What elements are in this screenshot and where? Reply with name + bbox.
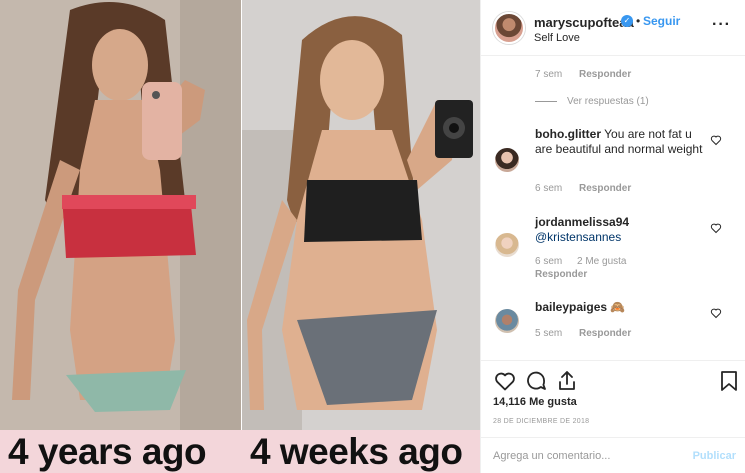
post-location[interactable]: Self Love (534, 32, 580, 44)
comment-like-heart-icon[interactable] (710, 222, 722, 234)
commenter-username[interactable]: jordanmelissa94 (535, 215, 629, 229)
comment-time: 6 sem (535, 183, 563, 194)
publish-button[interactable]: Publicar (693, 450, 736, 462)
comment-body: boho.glitter You are not fat u are beaut… (535, 127, 705, 157)
caption-after: 4 weeks ago (250, 431, 463, 472)
comment-icon[interactable] (524, 369, 548, 393)
comment-time: 7 sem (535, 69, 563, 80)
comment-meta: 5 sem Responder (535, 328, 631, 339)
replies-line (535, 100, 557, 102)
commenter-username[interactable]: boho.glitter (535, 127, 601, 141)
comment-emoji: 🙈 (610, 300, 626, 314)
author-username[interactable]: maryscupofteaa (534, 15, 634, 30)
comment-like-count[interactable]: 2 Me gusta (577, 256, 626, 267)
post-date[interactable]: 28 DE DICIEMBRE DE 2018 (493, 418, 589, 425)
share-icon[interactable] (555, 369, 579, 393)
ellipsis-icon[interactable]: ··· (712, 16, 731, 34)
commenter-avatar[interactable] (495, 309, 519, 333)
commenter-username[interactable]: baileypaiges (535, 300, 607, 314)
post-side-panel: maryscupofteaa ✓ • Seguir Self Love ··· … (480, 0, 745, 473)
comment-meta-reply: Responder (535, 269, 587, 280)
comment-like-heart-icon[interactable] (710, 307, 722, 319)
comment-input[interactable] (493, 446, 683, 466)
caption-before: 4 years ago (8, 431, 207, 472)
reply-button[interactable]: Responder (579, 328, 631, 339)
verified-badge-icon: ✓ (621, 15, 633, 27)
comment-body: jordanmelissa94 @kristensannes (535, 215, 705, 245)
before-figure-illustration (0, 0, 241, 430)
view-replies-button[interactable]: Ver respuestas (1) (535, 96, 649, 107)
comment-body: baileypaiges 🙈 (535, 300, 705, 315)
commenter-avatar[interactable] (495, 233, 519, 257)
reply-button[interactable]: Responder (535, 269, 587, 280)
post-actions: 14,116 Me gusta 28 DE DICIEMBRE DE 2018 … (481, 360, 745, 470)
comment-composer: Publicar (481, 437, 745, 473)
post-photo[interactable]: 4 years ago 4 weeks ago (0, 0, 480, 473)
likes-count[interactable]: 14,116 Me gusta (493, 396, 577, 408)
mention-link[interactable]: @kristensannes (535, 230, 621, 244)
photo-caption-bar: 4 years ago 4 weeks ago (0, 430, 480, 473)
view-replies-label: Ver respuestas (1) (567, 96, 649, 107)
comment-like-heart-icon[interactable] (710, 134, 722, 146)
heart-icon[interactable] (493, 369, 517, 393)
after-figure-illustration (242, 0, 480, 430)
comment-time: 5 sem (535, 328, 563, 339)
commenter-avatar[interactable] (495, 148, 519, 172)
author-avatar[interactable] (493, 12, 525, 44)
comment-meta: 6 sem 2 Me gusta (535, 256, 627, 267)
photo-panel-before (0, 0, 241, 430)
photo-panel-after (242, 0, 480, 430)
reply-button[interactable]: Responder (579, 183, 631, 194)
comment-meta: 6 sem Responder (535, 183, 631, 194)
reply-button[interactable]: Responder (579, 69, 631, 80)
comment-time: 6 sem (535, 256, 563, 267)
bookmark-icon[interactable] (717, 369, 741, 393)
comments-list[interactable]: 7 sem Responder Ver respuestas (1) boho.… (481, 57, 745, 360)
separator-dot: • (636, 14, 641, 28)
follow-button[interactable]: Seguir (643, 14, 680, 28)
comment-meta: 7 sem Responder (535, 69, 631, 80)
post-header: maryscupofteaa ✓ • Seguir Self Love ··· (481, 0, 745, 56)
